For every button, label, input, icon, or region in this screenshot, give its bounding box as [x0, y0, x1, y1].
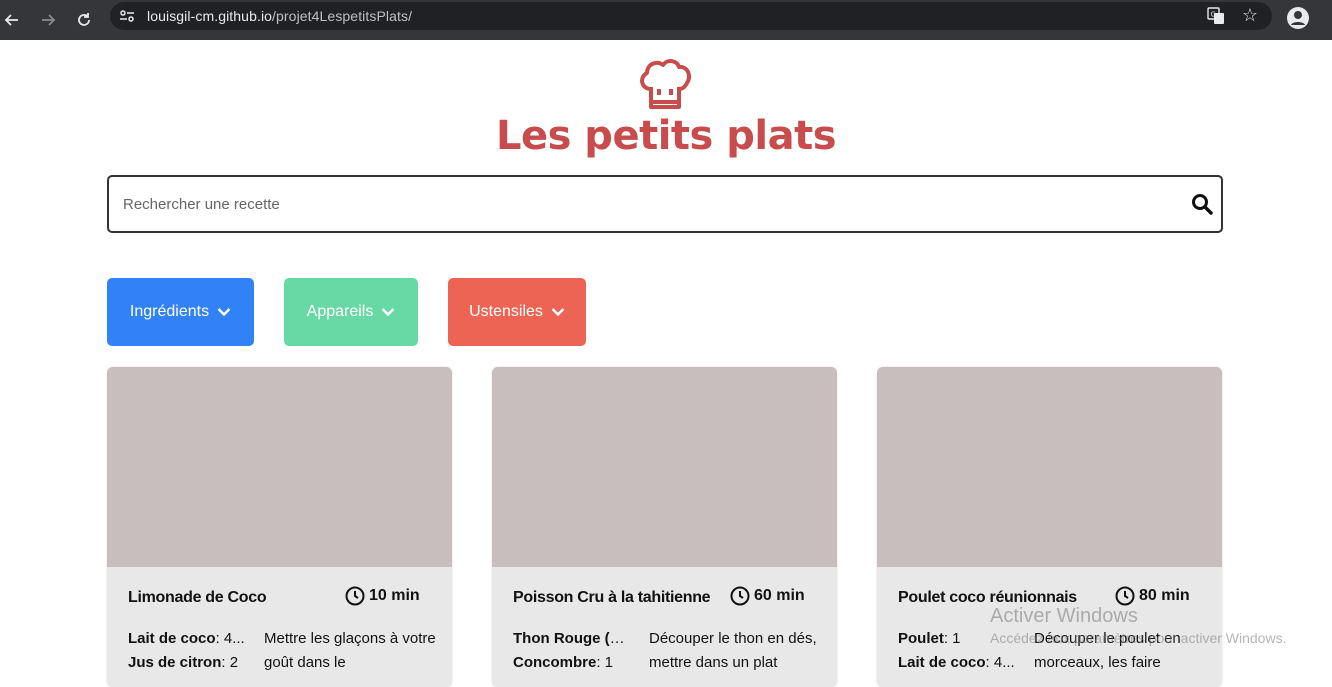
clock-icon [730, 586, 750, 606]
filter-appareils-label: Appareils [306, 303, 374, 320]
recipe-card-body: Poisson Cru à la tahitienne 60 min Thon … [492, 567, 837, 687]
search-icon[interactable] [1191, 193, 1213, 215]
clock-icon [345, 586, 365, 606]
recipe-title: Limonade de Coco [128, 589, 267, 606]
ingredient-item: Thon Rouge (o... [513, 627, 631, 651]
recipe-description: Découper le thon en dés, mettre dans un … [649, 630, 817, 671]
reload-icon[interactable] [72, 8, 96, 32]
back-arrow-icon[interactable] [0, 8, 24, 32]
svg-text:G: G [1211, 11, 1216, 19]
recipe-time: 60 min [730, 586, 805, 606]
translate-icon[interactable]: G [1206, 6, 1226, 26]
ingredient-qty: : 1 [596, 654, 614, 671]
ingredient-name: Lait de coco [128, 630, 216, 647]
filter-appareils-button[interactable]: Appareils [284, 278, 418, 346]
ingredient-list: Lait de coco: 4... Jus de citron: 2 [128, 627, 246, 675]
recipe-image-placeholder [877, 367, 1222, 567]
recipe-time-value: 60 min [754, 587, 805, 604]
recipe-time-value: 10 min [369, 587, 420, 604]
chef-hat-icon [637, 59, 693, 111]
ingredient-item: Lait de coco: 4... [128, 627, 246, 651]
ingredient-qty: : 2 [221, 654, 239, 671]
url-host: louisgil-cm.github.io [147, 8, 273, 24]
ingredient-item: Jus de citron: 2 [128, 651, 246, 675]
windows-activation-subtitle: Accédez aux paramètres pour activer Wind… [990, 630, 1287, 646]
filter-ustensiles-button[interactable]: Ustensiles [448, 278, 586, 346]
profile-avatar-icon[interactable] [1286, 6, 1310, 30]
address-bar[interactable]: louisgil-cm.github.io/projet4LespetitsPl… [110, 2, 1272, 30]
recipe-time-value: 80 min [1139, 587, 1190, 604]
ingredient-name: Thon Rouge (o... [513, 630, 631, 647]
ingredient-item: Lait de coco: 4... [898, 651, 1016, 675]
filter-ingredients-button[interactable]: Ingrédients [107, 278, 254, 346]
recipe-image-placeholder [107, 367, 452, 567]
search-input[interactable] [123, 191, 1163, 217]
ingredient-qty: : 4... [215, 630, 245, 647]
ingredient-name: Lait de coco [898, 654, 986, 671]
url-text[interactable]: louisgil-cm.github.io/projet4LespetitsPl… [147, 8, 412, 24]
ingredient-item: Concombre: 1 [513, 651, 631, 675]
chevron-down-icon [381, 308, 395, 317]
search-bar [107, 175, 1223, 233]
recipe-title: Poisson Cru à la tahitienne [513, 589, 711, 606]
chevron-down-icon [217, 308, 231, 317]
site-settings-icon[interactable] [118, 8, 136, 24]
recipe-description: Mettre les glaçons à votre goût dans le [264, 630, 436, 671]
recipe-image-placeholder [492, 367, 837, 567]
bookmark-star-icon[interactable]: ☆ [1240, 5, 1260, 25]
page-content: Les petits plats Ingrédients Appareils U… [0, 40, 1332, 687]
filter-ingredients-label: Ingrédients [129, 303, 210, 320]
ingredient-name: Jus de citron [128, 654, 222, 671]
clock-icon [1115, 586, 1135, 606]
site-title: Les petits plats [495, 113, 837, 159]
recipe-card-body: Limonade de Coco 10 min Lait de coco: 4.… [107, 567, 452, 687]
url-path: /projet4LespetitsPlats/ [272, 8, 413, 24]
ingredient-name: Poulet [898, 630, 944, 647]
recipe-card[interactable]: Limonade de Coco 10 min Lait de coco: 4.… [107, 367, 452, 687]
forward-arrow-icon[interactable] [36, 8, 60, 32]
recipe-time: 80 min [1115, 586, 1190, 606]
chevron-down-icon [551, 308, 565, 317]
ingredient-qty: : 1 [943, 630, 961, 647]
ingredient-qty: : 4... [985, 654, 1015, 671]
recipe-time: 10 min [345, 586, 420, 606]
ingredient-name: Concombre [513, 654, 597, 671]
recipe-card[interactable]: Poisson Cru à la tahitienne 60 min Thon … [492, 367, 837, 687]
filter-ustensiles-label: Ustensiles [469, 303, 543, 320]
browser-toolbar: louisgil-cm.github.io/projet4LespetitsPl… [0, 0, 1332, 40]
ingredient-list: Thon Rouge (o... Concombre: 1 [513, 627, 631, 675]
windows-activation-title: Activer Windows [990, 605, 1138, 627]
